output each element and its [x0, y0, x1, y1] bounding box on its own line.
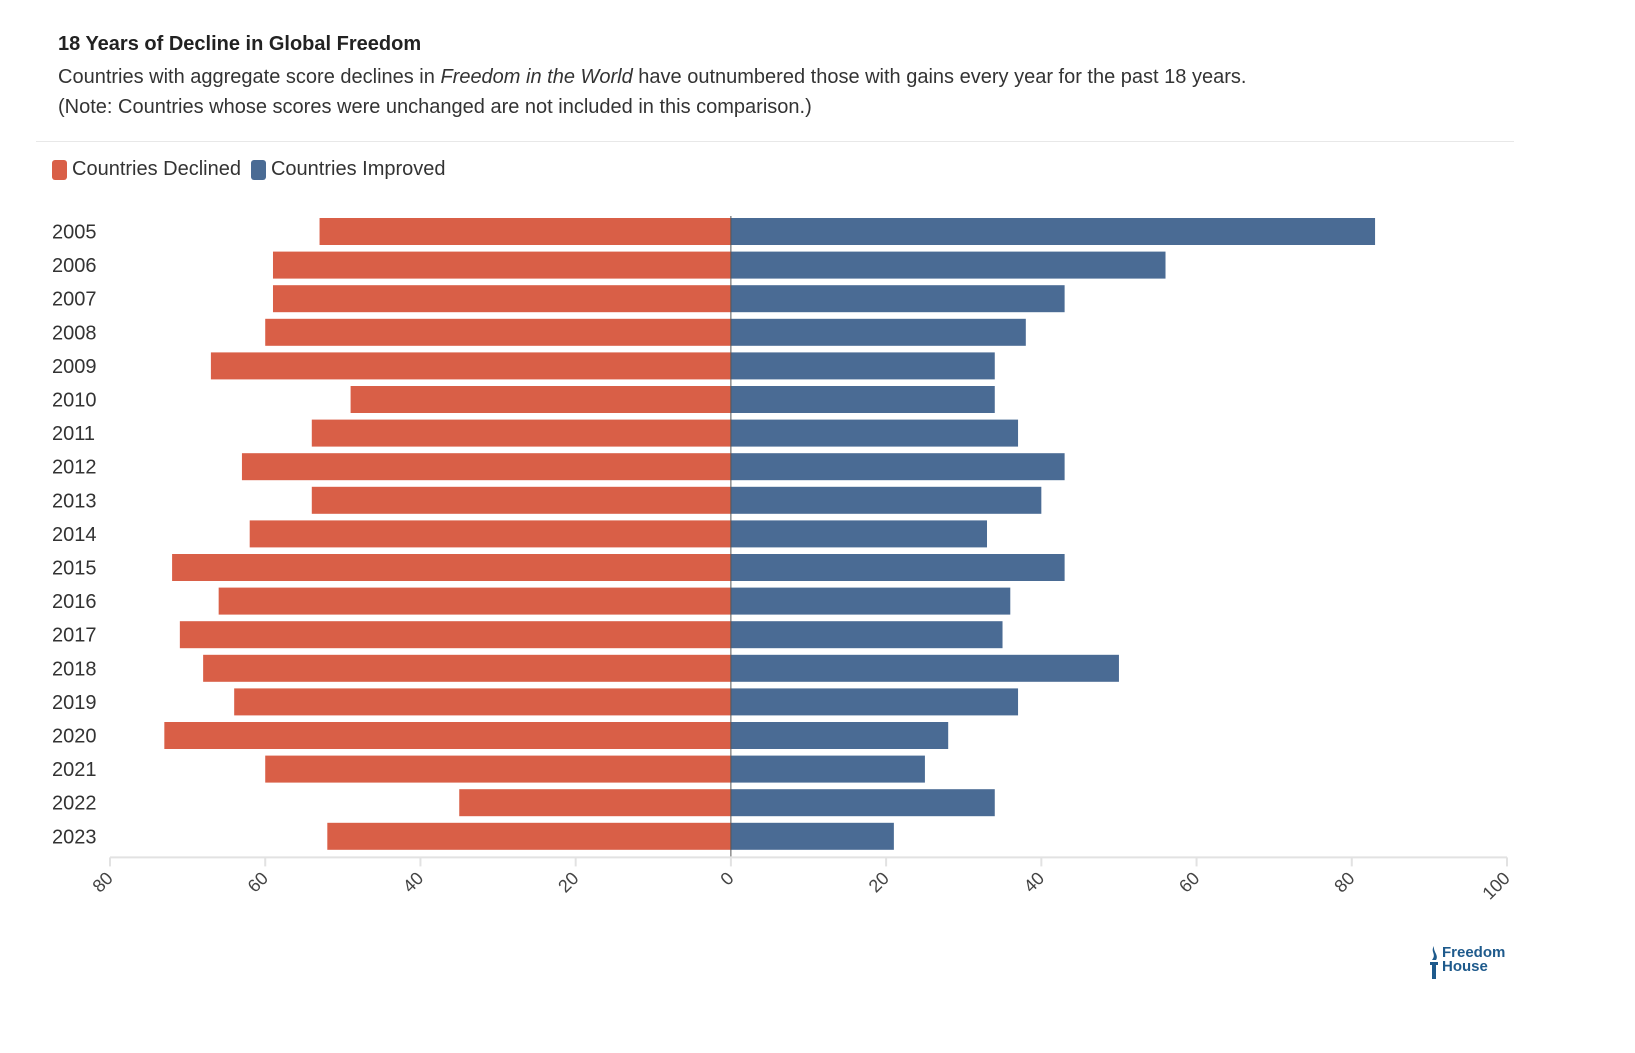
bar-improved-2014	[730, 520, 988, 548]
bar-declined-2007	[272, 285, 731, 313]
bar-declined-2018	[203, 654, 731, 682]
bar-improved-2015	[730, 554, 1065, 581]
year-label: 2019	[52, 692, 97, 714]
bar-improved-2005	[730, 218, 1376, 245]
bar-declined-2011	[311, 419, 731, 447]
year-label: 2022	[52, 793, 97, 815]
bar-declined-2021	[265, 755, 731, 783]
year-label: 2009	[52, 356, 97, 378]
bar-declined-2020	[164, 722, 731, 749]
bar-declined-2010	[350, 386, 731, 413]
x-tick-label: 60	[244, 868, 272, 896]
x-tick-label: 80	[89, 868, 117, 896]
bar-chart: 2005 2006 2007 2008 2009 2010 2011 2012 2013 2014…	[52, 216, 1514, 903]
bar-declined-2016	[218, 587, 731, 615]
bar-declined-2006	[272, 251, 731, 279]
bar-improved-2011	[730, 419, 1019, 447]
x-tick-label: 100	[1478, 868, 1513, 903]
x-tick-label: 60	[1175, 868, 1203, 896]
year-label: 2010	[52, 390, 97, 412]
year-label: 2014	[52, 524, 97, 546]
x-tick-label: 20	[554, 868, 582, 896]
bar-declined-2009	[210, 352, 731, 380]
bar-declined-2019	[234, 688, 731, 716]
year-label: 2011	[52, 423, 95, 445]
bar-improved-2009	[730, 352, 995, 380]
torch-icon	[1430, 946, 1438, 979]
year-label: 2016	[52, 591, 97, 613]
bar-improved-2007	[730, 285, 1065, 313]
bar-improved-2013	[730, 486, 1042, 514]
bar-improved-2010	[730, 386, 995, 413]
year-label: 2008	[52, 322, 97, 344]
year-label: 2006	[52, 255, 97, 277]
bar-declined-2012	[241, 453, 731, 481]
x-tick-label: 40	[1020, 868, 1048, 896]
x-tick-label: 80	[1330, 868, 1358, 896]
bar-declined-2005	[319, 218, 731, 245]
year-label: 2013	[52, 490, 97, 512]
bar-improved-2020	[730, 722, 949, 749]
bar-improved-2022	[730, 789, 995, 817]
bar-improved-2023	[730, 822, 894, 850]
bar-improved-2006	[730, 251, 1166, 279]
year-label: 2017	[52, 625, 97, 647]
bar-improved-2017	[730, 621, 1003, 649]
x-tick-label: 0	[716, 868, 737, 889]
year-label: 2005	[52, 222, 97, 244]
year-label: 2018	[52, 658, 97, 680]
bar-improved-2012	[730, 453, 1065, 481]
bar-declined-2013	[311, 486, 731, 514]
freedom-house-logo: Freedom House	[1428, 945, 1505, 980]
bar-declined-2008	[265, 318, 731, 346]
year-label: 2023	[52, 826, 97, 848]
bar-declined-2014	[249, 520, 731, 548]
bar-declined-2022	[459, 789, 731, 817]
bar-improved-2018	[730, 654, 1119, 682]
bar-declined-2017	[179, 621, 731, 649]
year-label: 2015	[52, 558, 97, 580]
year-label: 2020	[52, 726, 97, 748]
bar-improved-2019	[730, 688, 1019, 716]
bar-improved-2008	[730, 318, 1026, 346]
year-label: 2012	[52, 457, 97, 479]
bar-declined-2015	[172, 554, 731, 581]
x-tick-label: 20	[865, 868, 893, 896]
year-label: 2021	[52, 759, 97, 781]
bar-improved-2021	[730, 755, 925, 783]
bar-declined-2023	[327, 822, 731, 850]
logo-line-2: House	[1442, 958, 1488, 975]
bar-improved-2016	[730, 587, 1011, 615]
x-tick-label: 40	[399, 868, 427, 896]
year-label: 2007	[52, 289, 97, 311]
